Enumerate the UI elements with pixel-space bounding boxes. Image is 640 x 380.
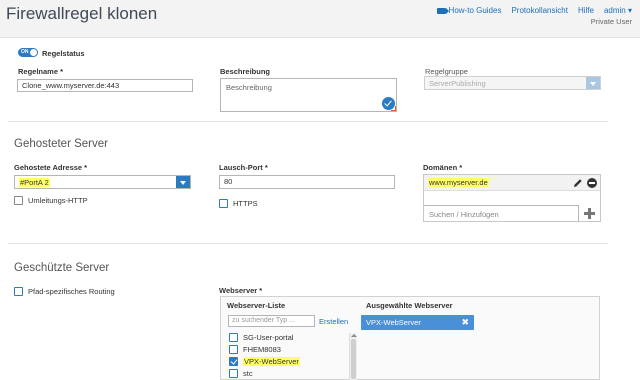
checkbox-box	[219, 199, 228, 208]
howto-guides-label: How-to Guides	[448, 6, 502, 15]
webserver-list-title: Webserver-Liste	[227, 301, 286, 310]
selected-webserver-chip: VPX-WebServer ✖	[361, 315, 474, 330]
webserver-item[interactable]: SG-User-portal	[229, 333, 293, 342]
checkbox-box	[229, 369, 238, 378]
scroll-up-icon[interactable]	[351, 334, 357, 337]
section-divider	[8, 243, 608, 244]
rule-group-label: Regelgruppe	[425, 67, 468, 76]
rule-name-input[interactable]: Clone_www.myserver.de:443	[17, 79, 193, 92]
webserver-item-label: FHEM8083	[243, 345, 281, 354]
checkbox-box	[14, 287, 23, 296]
rule-group-value: ServerPublishing	[429, 79, 486, 88]
hosted-address-value: #PortA 2	[19, 178, 50, 187]
webserver-item-label: SG-User-portal	[243, 333, 294, 342]
domains-field: www.myserver.de Suchen / Hinzufügen	[423, 174, 601, 222]
checkbox-box	[229, 345, 238, 354]
selected-webservers-title: Ausgewählte Webserver	[366, 301, 453, 310]
checkbox-box	[14, 196, 23, 205]
webserver-panel: Webserver-Liste zu suchender Typ ... Ers…	[220, 296, 600, 380]
hosted-address-select[interactable]: #PortA 2	[14, 175, 191, 189]
help-link[interactable]: Hilfe	[578, 6, 594, 15]
redirect-http-checkbox[interactable]: Umleitungs-HTTP	[14, 196, 88, 205]
path-routing-label: Pfad-spezifisches Routing	[28, 287, 115, 296]
domain-search-input[interactable]: Suchen / Hinzufügen	[424, 205, 579, 222]
webserver-search-input[interactable]: zu suchender Typ ...	[228, 315, 315, 327]
domains-label: Domänen *	[423, 163, 463, 172]
log-view-link[interactable]: Protokollansicht	[511, 6, 567, 15]
description-textarea[interactable]: Beschreibung	[220, 78, 397, 112]
listen-port-input[interactable]: 80	[219, 175, 395, 189]
webserver-item[interactable]: stc	[229, 369, 253, 378]
page-title: Firewallregel klonen	[6, 4, 158, 23]
toggle-knob	[30, 49, 37, 56]
checkbox-box-checked	[229, 357, 238, 366]
chevron-down-icon	[586, 77, 600, 89]
selected-webserver-label: VPX-WebServer	[366, 318, 421, 327]
webserver-item-label: VPX-WebServer	[243, 357, 300, 366]
rule-status-label: Regelstatus	[42, 49, 85, 58]
pencil-icon[interactable]	[573, 178, 583, 188]
create-webserver-link[interactable]: Erstellen	[319, 317, 348, 326]
chevron-down-icon[interactable]	[176, 176, 190, 188]
hosted-server-title: Gehosteter Server	[14, 138, 108, 150]
protected-servers-title: Geschützte Server	[14, 262, 110, 274]
webserver-item[interactable]: VPX-WebServer	[229, 357, 300, 366]
redirect-http-label: Umleitungs-HTTP	[28, 196, 88, 205]
description-label: Beschreibung	[220, 67, 271, 76]
listen-port-label: Lausch-Port *	[219, 163, 268, 172]
plus-icon[interactable]	[584, 208, 595, 219]
path-routing-checkbox[interactable]: Pfad-spezifisches Routing	[14, 287, 115, 296]
https-checkbox[interactable]: HTTPS	[219, 199, 258, 208]
webserver-list-scrollbar[interactable]	[349, 333, 357, 380]
webserver-item-label: stc	[243, 369, 253, 378]
page-header: Firewallregel klonen How-to Guides Proto…	[0, 0, 640, 38]
toggle-on-text: ON	[21, 49, 29, 55]
user-label: Private User	[590, 17, 632, 26]
hosted-address-label: Gehostete Adresse *	[14, 163, 88, 172]
rule-name-label: Regelname *	[18, 67, 64, 76]
minus-circle-icon[interactable]	[587, 178, 597, 188]
https-label: HTTPS	[233, 199, 258, 208]
howto-guides-link[interactable]: How-to Guides	[436, 6, 502, 15]
video-icon	[436, 7, 449, 14]
domain-tag: www.myserver.de	[424, 175, 600, 191]
section-divider	[8, 121, 608, 122]
admin-menu[interactable]: admin ▾	[604, 6, 632, 15]
webserver-label: Webserver *	[219, 286, 263, 295]
domain-value: www.myserver.de	[428, 178, 489, 187]
scroll-thumb[interactable]	[351, 339, 356, 379]
rule-status-toggle[interactable]: ON	[18, 48, 38, 57]
checkbox-box	[229, 333, 238, 342]
top-links: How-to Guides Protokollansicht Hilfe adm…	[436, 6, 632, 15]
resize-handle[interactable]	[391, 106, 396, 111]
rule-group-select: ServerPublishing	[424, 76, 601, 90]
close-icon[interactable]: ✖	[461, 317, 469, 328]
webserver-item[interactable]: FHEM8083	[229, 345, 281, 354]
